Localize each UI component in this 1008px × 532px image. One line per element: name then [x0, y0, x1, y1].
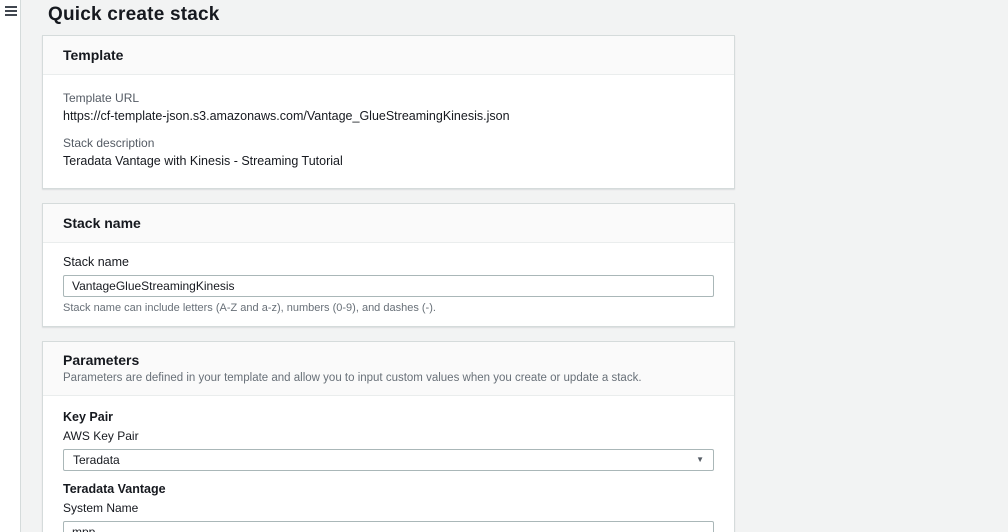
hamburger-menu-icon[interactable] — [5, 6, 17, 16]
key-pair-group: Key Pair AWS Key Pair Teradata ▼ — [63, 410, 714, 471]
template-card-body: Template URL https://cf-template-json.s3… — [43, 75, 734, 188]
parameters-card-description: Parameters are defined in your template … — [63, 372, 714, 384]
key-pair-group-title: Key Pair — [63, 410, 714, 424]
aws-key-pair-label: AWS Key Pair — [63, 429, 714, 443]
aws-key-pair-select[interactable]: Teradata ▼ — [63, 449, 714, 471]
parameters-card-title: Parameters — [63, 352, 714, 368]
stack-name-card-title: Stack name — [63, 215, 714, 231]
parameters-card-body: Key Pair AWS Key Pair Teradata ▼ Teradat… — [43, 396, 734, 532]
parameters-card: Parameters Parameters are defined in you… — [42, 341, 735, 532]
stack-name-card: Stack name Stack name Stack name can inc… — [42, 203, 735, 327]
parameters-card-header: Parameters Parameters are defined in you… — [43, 342, 734, 396]
template-card: Template Template URL https://cf-templat… — [42, 35, 735, 189]
main-content: Quick create stack Template Template URL… — [42, 0, 735, 532]
system-name-label: System Name — [63, 501, 714, 515]
template-card-title: Template — [63, 47, 714, 63]
side-nav-rail — [0, 0, 21, 532]
stack-name-card-body: Stack name Stack name can include letter… — [43, 243, 734, 326]
stack-name-label: Stack name — [63, 255, 714, 269]
template-card-header: Template — [43, 36, 734, 75]
aws-key-pair-selected-value: Teradata — [73, 453, 120, 467]
template-url-field: Template URL https://cf-template-json.s3… — [63, 91, 714, 123]
stack-description-label: Stack description — [63, 136, 714, 150]
teradata-vantage-group: Teradata Vantage System Name — [63, 482, 714, 532]
template-url-label: Template URL — [63, 91, 714, 105]
stack-name-card-header: Stack name — [43, 204, 734, 243]
system-name-input[interactable] — [63, 521, 714, 532]
stack-name-helper-text: Stack name can include letters (A-Z and … — [63, 302, 714, 314]
stack-description-value: Teradata Vantage with Kinesis - Streamin… — [63, 154, 714, 168]
chevron-down-icon: ▼ — [696, 456, 704, 464]
stack-description-field: Stack description Teradata Vantage with … — [63, 136, 714, 168]
template-url-value: https://cf-template-json.s3.amazonaws.co… — [63, 109, 714, 123]
stack-name-input[interactable] — [63, 275, 714, 297]
teradata-vantage-group-title: Teradata Vantage — [63, 482, 714, 496]
page-title: Quick create stack — [48, 4, 735, 26]
